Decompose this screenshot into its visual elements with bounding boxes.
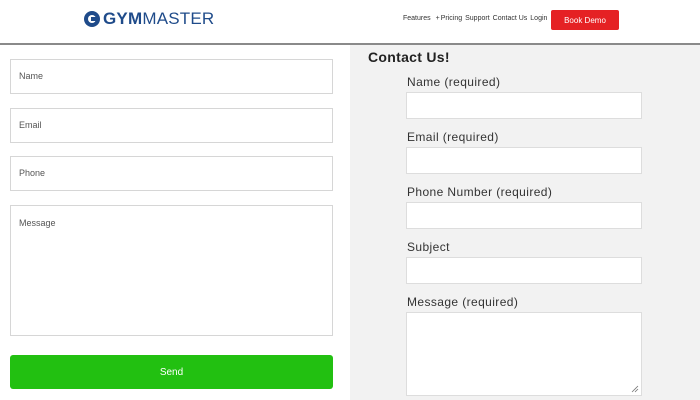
contact-phone-input[interactable] (406, 202, 642, 229)
site-header: GYM MASTER Features + Pricing Support Co… (0, 0, 700, 45)
name-input[interactable]: Name (10, 59, 333, 94)
logo-text-gym: GYM (103, 9, 143, 28)
contact-email-input[interactable] (406, 147, 642, 174)
nav-login[interactable]: Login (530, 15, 547, 22)
contact-message-textarea[interactable] (406, 312, 642, 396)
main-nav: Features + Pricing Support Contact Us Lo… (403, 15, 550, 22)
resize-handle-icon[interactable] (631, 385, 639, 393)
nav-pricing[interactable]: Pricing (441, 15, 462, 22)
message-label: Message (required) (407, 295, 519, 309)
nav-features-plus-icon[interactable]: + (436, 15, 440, 22)
email-label: Email (required) (407, 130, 499, 144)
message-textarea[interactable]: Message (10, 205, 333, 336)
gymmaster-logo[interactable]: GYM MASTER (84, 9, 214, 29)
send-button[interactable]: Send (10, 355, 333, 389)
name-label: Name (required) (407, 75, 501, 89)
book-demo-button[interactable]: Book Demo (551, 10, 619, 30)
email-input[interactable]: Email (10, 108, 333, 143)
nav-features[interactable]: Features (403, 15, 431, 22)
quick-contact-form: Name Email Phone Message Send (0, 45, 350, 400)
contact-us-title: Contact Us! (368, 49, 450, 65)
gymmaster-logo-icon (84, 11, 100, 27)
phone-number-label: Phone Number (required) (407, 185, 553, 199)
contact-name-input[interactable] (406, 92, 642, 119)
subject-label: Subject (407, 240, 450, 254)
contact-subject-input[interactable] (406, 257, 642, 284)
logo-text-master: MASTER (142, 9, 215, 28)
phone-input[interactable]: Phone (10, 156, 333, 191)
nav-contact-us[interactable]: Contact Us (493, 15, 528, 22)
nav-support[interactable]: Support (465, 15, 490, 22)
contact-us-form: Contact Us! Name (required) Email (requi… (350, 45, 700, 400)
